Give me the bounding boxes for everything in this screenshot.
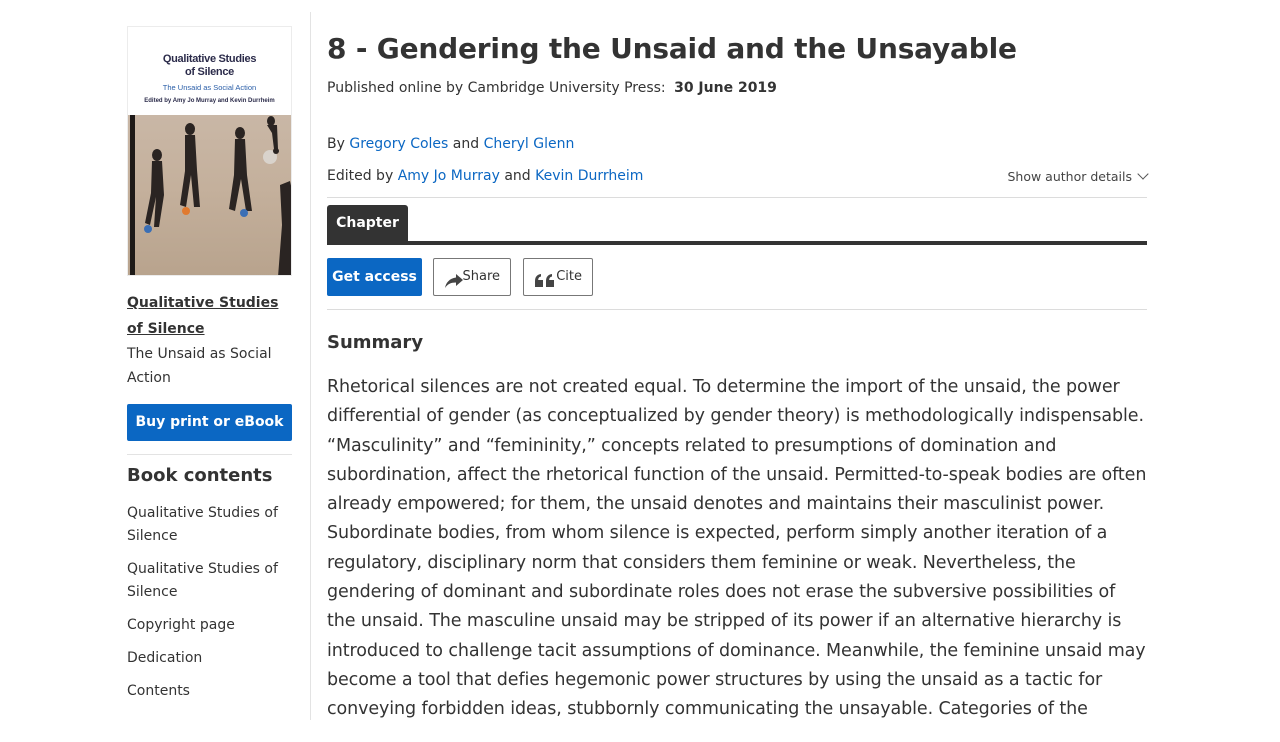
- cover-editors: Edited by Amy Jo Murray and Kevin Durrhe…: [144, 98, 275, 104]
- get-access-button[interactable]: Get access: [327, 258, 422, 296]
- author-link-gregory-coles[interactable]: Gregory Coles: [349, 136, 448, 152]
- chapter-title: 8 - Gendering the Unsaid and the Unsayab…: [327, 32, 1017, 65]
- summary-heading: Summary: [327, 332, 424, 353]
- chapter-main: 8 - Gendering the Unsaid and the Unsayab…: [327, 30, 1149, 742]
- by-label: By: [327, 136, 345, 152]
- cover-text: Qualitative Studies of Silence The Unsai…: [128, 27, 291, 115]
- book-contents-heading: Book contents: [127, 465, 273, 486]
- book-title-link[interactable]: Qualitative Studies of Silence: [127, 290, 292, 342]
- cite-button[interactable]: Cite: [523, 258, 593, 296]
- cover-subtitle: The Unsaid as Social Action: [162, 83, 257, 92]
- book-cover[interactable]: Qualitative Studies of Silence The Unsai…: [127, 26, 292, 276]
- share-label: Share: [462, 269, 500, 284]
- toc-item[interactable]: Copyright page: [127, 614, 292, 637]
- published-prefix: Published online by Cambridge University…: [327, 80, 666, 96]
- show-author-details-toggle[interactable]: Show author details: [1007, 168, 1149, 184]
- share-arrow-icon: [444, 268, 464, 304]
- buy-print-or-ebook-button[interactable]: Buy print or eBook: [127, 404, 292, 441]
- published-date: 30 June 2019: [674, 80, 777, 96]
- and-label: and: [504, 168, 531, 184]
- book-subtitle: The Unsaid as Social Action: [127, 346, 272, 386]
- toc-item[interactable]: Contents: [127, 680, 292, 703]
- toc-item[interactable]: Dedication: [127, 647, 292, 670]
- cover-title-line2: of Silence: [185, 66, 234, 78]
- published-line: Published online by Cambridge University…: [327, 80, 1147, 96]
- editor-link-amy-jo-murray[interactable]: Amy Jo Murray: [398, 168, 500, 184]
- cover-silhouettes-image: [130, 115, 291, 275]
- book-contents-list: Qualitative Studies of Silence Qualitati…: [127, 502, 292, 703]
- sidebar-separator: [127, 454, 292, 455]
- and-label: and: [452, 136, 480, 152]
- show-author-details-label: Show author details: [1007, 169, 1132, 184]
- summary-text: Rhetorical silences are not created equa…: [327, 377, 1147, 720]
- author-link-cheryl-glenn[interactable]: Cheryl Glenn: [484, 136, 575, 152]
- sidebar-divider: [310, 12, 311, 720]
- editor-byline: Edited by Amy Jo Murray and Kevin Durrhe…: [327, 168, 1149, 184]
- chevron-down-icon: [1137, 168, 1149, 180]
- toc-item[interactable]: Qualitative Studies of Silence: [127, 502, 292, 548]
- cover-title-line1: Qualitative Studies: [162, 53, 257, 65]
- editor-link-kevin-durrheim[interactable]: Kevin Durrheim: [535, 168, 643, 184]
- share-button[interactable]: Share: [433, 258, 511, 296]
- cite-label: Cite: [556, 269, 582, 284]
- actions-separator: [327, 309, 1147, 310]
- cover-photo: [128, 115, 291, 275]
- action-buttons: Get access Share Cite: [327, 258, 1147, 296]
- tab-underline: [327, 241, 1147, 245]
- tab-chapter[interactable]: Chapter: [327, 205, 408, 242]
- quote-icon: [534, 268, 556, 304]
- edited-by-label: Edited by: [327, 168, 394, 184]
- content-tabs: Chapter: [327, 197, 1147, 245]
- toc-item[interactable]: Qualitative Studies of Silence: [127, 558, 292, 604]
- author-byline: By Gregory Coles and Cheryl Glenn: [327, 136, 1147, 152]
- sidebar: Qualitative Studies of Silence The Unsai…: [127, 26, 292, 713]
